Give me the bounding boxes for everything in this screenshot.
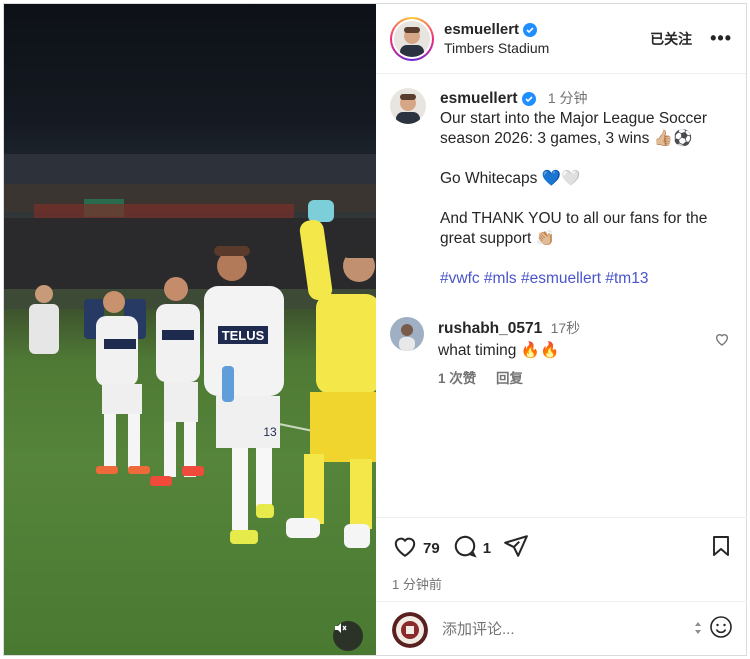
comment-count[interactable]: 1	[483, 540, 491, 557]
caption-time: 1 分钟	[547, 90, 588, 106]
post-video[interactable]: TELUS 13	[4, 4, 376, 655]
like-count[interactable]: 79	[423, 540, 440, 557]
post-timestamp: 1 分钟前	[392, 577, 442, 592]
my-avatar	[392, 611, 428, 648]
caption-text-line-3: Go Whitecaps 💙🤍	[440, 170, 581, 187]
verified-badge-icon	[523, 22, 538, 37]
comment-time: 17秒	[550, 320, 581, 336]
share-icon	[503, 533, 529, 564]
comment-icon	[452, 533, 478, 564]
comment-reply-button[interactable]: 回复	[496, 371, 523, 386]
comment-text: what timing 🔥🔥	[438, 342, 560, 359]
emoji-icon[interactable]	[709, 615, 733, 644]
verified-badge-icon	[521, 92, 536, 106]
mute-button[interactable]	[333, 621, 363, 651]
heart-icon[interactable]	[714, 331, 732, 390]
post-location[interactable]: Timbers Stadium	[444, 40, 650, 56]
comment-item: rushabh_0571 17秒 what timing 🔥🔥 1 次赞 回复	[376, 305, 746, 390]
author-username[interactable]: esmuellert	[444, 21, 519, 38]
comment-button[interactable]: 1	[452, 533, 491, 564]
follow-status-button[interactable]: 已关注	[650, 29, 692, 49]
bookmark-icon[interactable]	[709, 533, 733, 564]
caption-text-line-5: great support 👏🏼	[440, 230, 555, 247]
caption-hashtags[interactable]: #vwfc #mls #esmuellert #tm13	[440, 269, 732, 289]
commenter-username[interactable]: rushabh_0571	[438, 320, 542, 337]
share-button[interactable]	[503, 533, 529, 564]
caption-text-line-1: Our start into the Major League Soccer	[440, 110, 708, 127]
post-header: esmuellert Timbers Stadium 已关注 •••	[376, 4, 746, 74]
caption-text-line-4: And THANK YOU to all our fans for the	[440, 210, 708, 227]
caption-avatar[interactable]	[390, 88, 426, 124]
action-bar: 79 1 1 分钟前	[376, 517, 747, 593]
video-frame: TELUS 13	[4, 154, 376, 548]
author-avatar[interactable]	[390, 16, 434, 61]
comment-composer	[376, 601, 747, 657]
like-button[interactable]: 79	[392, 533, 440, 564]
post-caption: esmuellert 1 分钟 Our start into the Major…	[376, 74, 746, 289]
caption-username[interactable]: esmuellert	[440, 89, 518, 109]
comment-input[interactable]	[442, 621, 693, 638]
commenter-avatar[interactable]	[390, 317, 424, 351]
caption-text-line-2: season 2026: 3 games, 3 wins 👍🏼⚽	[440, 130, 693, 147]
post-panel: esmuellert Timbers Stadium 已关注 ••• esmue…	[376, 4, 747, 657]
shirt-sponsor-text: TELUS	[222, 328, 265, 343]
shirt-number-text: 13	[263, 425, 277, 439]
more-icon[interactable]: •••	[710, 28, 732, 49]
comment-likes[interactable]: 1 次赞	[438, 371, 476, 386]
post-dialog: TELUS 13 esmuellert Timbers Stadium 已关注 …	[3, 3, 747, 656]
sort-icon[interactable]	[693, 621, 703, 638]
heart-icon	[392, 533, 418, 564]
